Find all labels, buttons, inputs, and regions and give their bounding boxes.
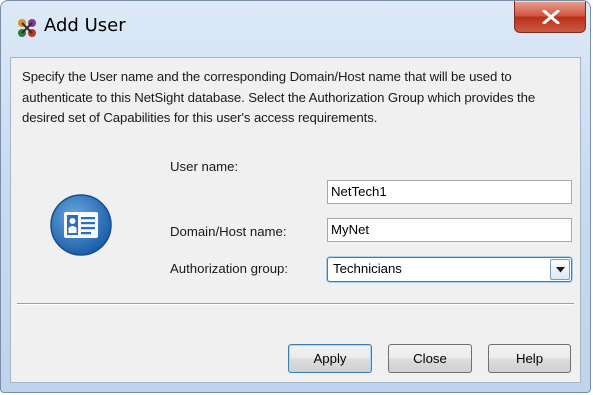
separator <box>17 303 574 305</box>
window-title: Add User <box>44 15 126 36</box>
add-user-dialog: Add User Specify the User name and the c… <box>0 0 591 393</box>
user-card-icon <box>49 193 113 257</box>
user-name-field[interactable]: NetTech1 <box>327 180 572 204</box>
help-button[interactable]: Help <box>488 344 571 373</box>
close-button[interactable]: Close <box>388 344 472 373</box>
dropdown-button[interactable] <box>550 259 570 280</box>
user-name-label: User name: <box>170 159 239 174</box>
app-icon <box>16 17 38 39</box>
close-x-icon <box>542 10 560 24</box>
dialog-body: Specify the User name and the correspond… <box>10 57 581 383</box>
authorization-group-value: Technicians <box>333 261 402 276</box>
title-bar[interactable]: Add User <box>1 1 590 43</box>
authorization-group-select[interactable]: Technicians <box>327 257 572 282</box>
apply-button[interactable]: Apply <box>288 344 372 373</box>
authorization-group-label: Authorization group: <box>170 261 289 276</box>
domain-host-field[interactable]: MyNet <box>327 218 572 242</box>
chevron-down-icon <box>556 267 565 273</box>
close-window-button[interactable] <box>514 1 586 33</box>
domain-host-label: Domain/Host name: <box>170 224 287 239</box>
instructions-text: Specify the User name and the correspond… <box>22 69 536 125</box>
